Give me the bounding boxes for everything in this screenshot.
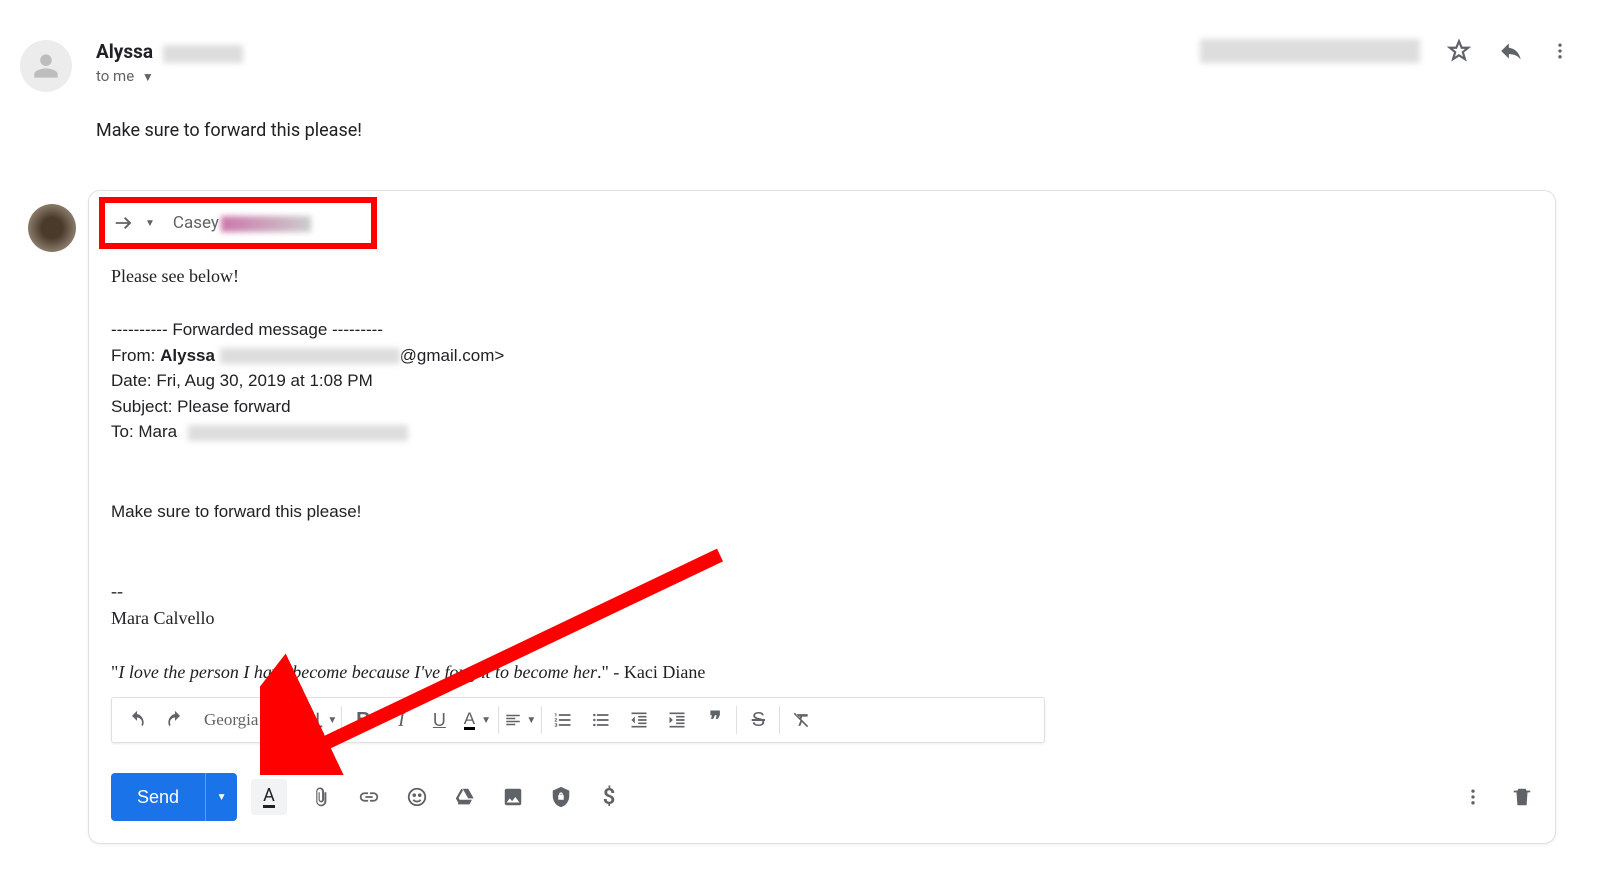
redacted-text xyxy=(220,348,400,364)
delete-icon[interactable] xyxy=(1511,786,1533,808)
redacted-text xyxy=(188,425,408,441)
redacted-text xyxy=(221,216,311,232)
more-vert-icon[interactable] xyxy=(1463,787,1483,807)
numbered-list-button[interactable] xyxy=(544,702,582,738)
attach-file-button[interactable] xyxy=(307,783,335,811)
person-icon xyxy=(32,52,60,80)
forward-subject-line: Subject: Please forward xyxy=(111,394,1533,420)
chevron-down-icon: ▼ xyxy=(142,70,154,84)
indent-more-button[interactable] xyxy=(658,702,696,738)
separator xyxy=(341,706,342,734)
insert-photo-button[interactable] xyxy=(499,783,527,811)
italic-button[interactable]: I xyxy=(382,702,420,738)
insert-money-button[interactable]: $ xyxy=(595,783,623,811)
compose-card: ▼ Casey Please see below! ---------- For… xyxy=(88,190,1556,844)
forward-from-line: From: Alyssa @gmail.com> xyxy=(111,343,1533,369)
sender-avatar xyxy=(20,40,72,92)
redacted-text xyxy=(1200,39,1420,63)
more-vert-icon[interactable] xyxy=(1550,38,1570,64)
reply-icon[interactable] xyxy=(1498,38,1524,64)
confidential-mode-button[interactable] xyxy=(547,783,575,811)
to-line[interactable]: to me ▼ xyxy=(96,67,1560,85)
chevron-down-icon[interactable]: ▼ xyxy=(145,218,155,229)
compose-intro: Please see below! xyxy=(111,263,1533,290)
bold-button[interactable]: B xyxy=(344,702,382,738)
font-size-select[interactable]: ▼ xyxy=(301,702,339,738)
send-button[interactable]: Send xyxy=(111,773,205,821)
compose-body[interactable]: Please see below! ---------- Forwarded m… xyxy=(111,263,1533,686)
forward-to-line: To: Mara xyxy=(111,419,1533,445)
forward-arrow-icon xyxy=(113,212,135,234)
redacted-text xyxy=(163,45,243,63)
forwarded-body: Make sure to forward this please! xyxy=(111,499,1533,525)
insert-drive-button[interactable] xyxy=(451,783,479,811)
sender-name: Alyssa xyxy=(96,40,153,63)
redo-button[interactable] xyxy=(156,702,194,738)
separator xyxy=(498,706,499,734)
quote-button[interactable]: ❞ xyxy=(696,702,734,738)
signature-separator: -- xyxy=(111,578,1533,605)
formatting-toolbar: Georgia▼ ▼ B I U A▼ ▼ ❞ S xyxy=(111,697,1045,743)
message-actions xyxy=(1200,38,1570,64)
forward-recipient-row[interactable]: ▼ Casey xyxy=(99,197,377,249)
separator xyxy=(541,706,542,734)
compose-bottom-bar: Send ▼ A $ xyxy=(111,773,1533,821)
separator xyxy=(779,706,780,734)
compose-avatar xyxy=(28,204,76,252)
undo-button[interactable] xyxy=(118,702,156,738)
remove-formatting-button[interactable] xyxy=(782,702,820,738)
bulleted-list-button[interactable] xyxy=(582,702,620,738)
insert-emoji-button[interactable] xyxy=(403,783,431,811)
formatting-toggle-button[interactable]: A xyxy=(251,779,287,815)
separator xyxy=(298,706,299,734)
strikethrough-button[interactable]: S xyxy=(739,702,777,738)
font-family-select[interactable]: Georgia▼ xyxy=(194,702,296,738)
forward-header-line: ---------- Forwarded message --------- xyxy=(111,317,1533,343)
align-button[interactable]: ▼ xyxy=(501,702,539,738)
signature-quote: "I love the person I have become because… xyxy=(111,659,1533,686)
underline-button[interactable]: U xyxy=(420,702,458,738)
star-icon[interactable] xyxy=(1446,38,1472,64)
send-options-button[interactable]: ▼ xyxy=(205,773,237,821)
separator xyxy=(736,706,737,734)
compose-right-tools xyxy=(1463,786,1533,808)
insert-link-button[interactable] xyxy=(355,783,383,811)
forward-date-line: Date: Fri, Aug 30, 2019 at 1:08 PM xyxy=(111,368,1533,394)
indent-less-button[interactable] xyxy=(620,702,658,738)
recipient-name: Casey xyxy=(173,213,311,233)
signature-name: Mara Calvello xyxy=(111,605,1533,632)
compose-tools: A $ xyxy=(251,779,623,815)
original-message-body: Make sure to forward this please! xyxy=(96,120,362,141)
text-color-button[interactable]: A▼ xyxy=(458,702,496,738)
send-button-group: Send ▼ xyxy=(111,773,237,821)
